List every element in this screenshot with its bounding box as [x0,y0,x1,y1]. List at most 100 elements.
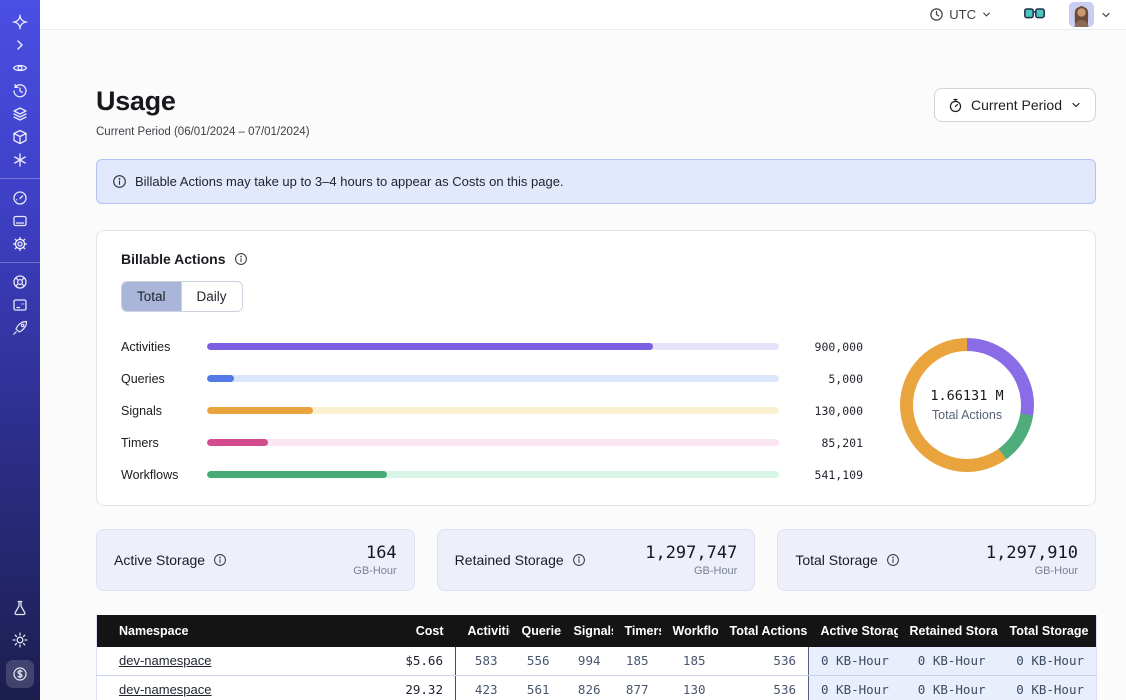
active-storage-card: Active Storage 164 GB-Hour [96,529,415,591]
col-cost: Cost [367,615,456,647]
cell-cost: $5.66 [367,647,456,675]
banner-text: Billable Actions may take up to 3–4 hour… [135,174,564,189]
bar-chart: Activities 900,000 Queries 5,000 Signals… [121,340,863,481]
namespace-link[interactable]: dev-namespace [119,653,212,668]
cell-total-actions: 536 [718,675,809,700]
col-retained-storage: Retained Storage [898,615,998,647]
dollar-coin-icon[interactable] [6,660,34,688]
asterisk-icon[interactable] [6,148,34,171]
bar-track [207,471,779,478]
terminal-icon[interactable] [6,293,34,316]
user-menu-chevron-icon[interactable] [1100,9,1112,21]
timezone-label: UTC [949,7,976,22]
sun-icon[interactable] [6,628,34,651]
info-icon[interactable] [572,553,586,567]
topbar: UTC [40,0,1126,30]
history-clock-icon[interactable] [6,79,34,102]
cube-icon[interactable] [6,125,34,148]
active-storage-label: Active Storage [114,552,205,568]
cell-active-storage: 0 KB-Hour [809,675,898,700]
period-selector-button[interactable]: Current Period [934,88,1096,122]
total-storage-unit: GB-Hour [986,565,1078,577]
bar-track [207,439,779,446]
donut-total-label: Total Actions [932,408,1002,422]
bar-value: 85,201 [801,436,863,450]
gauge-icon[interactable] [6,186,34,209]
bar-track [207,407,779,414]
tab-daily[interactable]: Daily [181,282,242,311]
cell-workflows: 185 [661,647,718,675]
cell-retained-storage: 0 KB-Hour [898,647,998,675]
bar-fill [207,439,268,446]
namespace-link[interactable]: dev-namespace [119,682,212,697]
cell-total-storage: 0 KB-Hour [998,647,1097,675]
info-icon[interactable] [886,553,900,567]
collapse-chevron-right-icon[interactable] [6,33,34,56]
bar-fill [207,471,387,478]
cell-total-storage: 0 KB-Hour [998,675,1097,700]
sidebar-divider [0,178,40,179]
bar-value: 5,000 [801,372,863,386]
bar-chart-row: Queries 5,000 [121,372,863,385]
main-content: Usage Current Period (06/01/2024 – 07/01… [40,30,1126,700]
cell-retained-storage: 0 KB-Hour [898,675,998,700]
bar-category-label: Timers [121,436,187,450]
flask-icon[interactable] [6,596,34,619]
bar-category-label: Queries [121,372,187,386]
info-icon[interactable] [213,553,227,567]
col-queries: Queries [510,615,562,647]
col-total-storage: Total Storage [998,615,1097,647]
donut-chart: 1.66131 M Total Actions [900,338,1034,472]
retained-storage-unit: GB-Hour [645,565,737,577]
cell-active-storage: 0 KB-Hour [809,647,898,675]
donut-total-value: 1.66131 M [930,388,1003,404]
bar-chart-row: Timers 85,201 [121,436,863,449]
sidebar [0,0,40,700]
stopwatch-icon [948,98,963,113]
col-timers: Timers [613,615,661,647]
bar-chart-row: Signals 130,000 [121,404,863,417]
timezone-selector[interactable]: UTC [929,7,992,22]
bar-value: 130,000 [801,404,863,418]
cell-queries: 561 [510,675,562,700]
tab-total[interactable]: Total [122,282,181,311]
cell-cost: 29.32 [367,675,456,700]
page-title: Usage [96,86,310,117]
cell-signals: 994 [562,647,613,675]
active-storage-unit: GB-Hour [353,565,396,577]
bar-track [207,375,779,382]
col-signals: Signals [562,615,613,647]
col-active-storage: Active Storage [809,615,898,647]
period-button-label: Current Period [971,97,1062,113]
total-storage-card: Total Storage 1,297,910 GB-Hour [777,529,1096,591]
cell-total-actions: 536 [718,647,809,675]
table-row: dev-namespace $5.66 583 556 994 185 185 … [97,647,1097,675]
view-mode-tabs: Total Daily [121,281,243,312]
user-avatar[interactable] [1069,2,1094,27]
cell-timers: 877 [613,675,661,700]
cell-activities: 583 [456,647,510,675]
gear-icon[interactable] [6,232,34,255]
billing-card-icon[interactable] [6,209,34,232]
temporal-logo-icon[interactable] [6,10,34,33]
glasses-icon[interactable] [1024,8,1045,21]
lifebuoy-icon[interactable] [6,270,34,293]
col-namespace: Namespace [97,615,367,647]
retained-storage-value: 1,297,747 [645,543,737,563]
cell-signals: 826 [562,675,613,700]
namespace-usage-table: Namespace Cost Activities Queries Signal… [96,615,1097,700]
rocket-icon[interactable] [6,316,34,339]
eye-icon[interactable] [6,56,34,79]
bar-chart-row: Activities 900,000 [121,340,863,353]
table-row: dev-namespace 29.32 423 561 826 877 130 … [97,675,1097,700]
layers-icon[interactable] [6,102,34,125]
total-storage-value: 1,297,910 [986,543,1078,563]
info-icon [112,174,127,189]
total-storage-label: Total Storage [795,552,878,568]
bar-fill [207,375,234,382]
cell-timers: 185 [613,647,661,675]
current-period-subtitle: Current Period (06/01/2024 – 07/01/2024) [96,126,310,138]
info-icon[interactable] [234,252,248,266]
cell-queries: 556 [510,647,562,675]
cell-activities: 423 [456,675,510,700]
